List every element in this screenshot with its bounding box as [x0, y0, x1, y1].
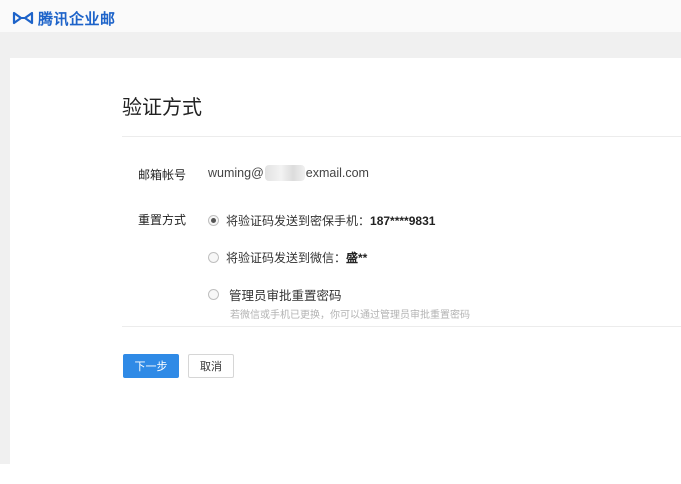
option-wechat-label: 将验证码发送到微信：	[226, 251, 347, 265]
option-admin-approval[interactable]: 管理员审批重置密码	[208, 285, 342, 304]
account-value-prefix: wuming@	[208, 166, 264, 180]
option-wechat-name: 盛**	[346, 251, 368, 265]
radio-wechat[interactable]	[208, 252, 219, 263]
reset-method-label: 重置方式	[138, 213, 187, 227]
radio-phone[interactable]	[208, 215, 219, 226]
tencent-exmail-logo-icon	[12, 11, 34, 25]
account-label: 邮箱帐号	[138, 168, 187, 182]
top-bar: 腾讯企业邮	[0, 0, 681, 32]
title-divider	[122, 136, 681, 137]
account-value: wuming@ exmail.com	[208, 165, 369, 181]
left-gutter	[0, 58, 10, 464]
verification-panel: 验证方式 邮箱帐号 wuming@ exmail.com 重置方式 将验证码发送…	[10, 58, 681, 464]
bottom-band	[0, 464, 681, 484]
option-admin-approval-label: 管理员审批重置密码	[229, 289, 342, 303]
option-phone[interactable]: 将验证码发送到密保手机： 187****9831	[208, 212, 435, 229]
page-title: 验证方式	[122, 97, 202, 119]
radio-admin-approval[interactable]	[208, 289, 219, 300]
next-button[interactable]: 下一步	[123, 354, 179, 378]
brand-name: 腾讯企业邮	[38, 10, 116, 28]
redacted-domain	[264, 165, 305, 181]
header-band	[0, 32, 681, 58]
brand-logo[interactable]: 腾讯企业邮	[12, 8, 116, 28]
admin-approval-hint: 若微信或手机已更换，你可以通过管理员审批重置密码	[230, 310, 470, 321]
options-divider	[122, 326, 681, 327]
account-value-suffix: exmail.com	[305, 166, 369, 180]
option-phone-number: 187****9831	[370, 213, 436, 228]
option-phone-label: 将验证码发送到密保手机：	[226, 214, 371, 228]
option-wechat[interactable]: 将验证码发送到微信： 盛**	[208, 249, 367, 266]
cancel-button[interactable]: 取消	[188, 354, 234, 378]
